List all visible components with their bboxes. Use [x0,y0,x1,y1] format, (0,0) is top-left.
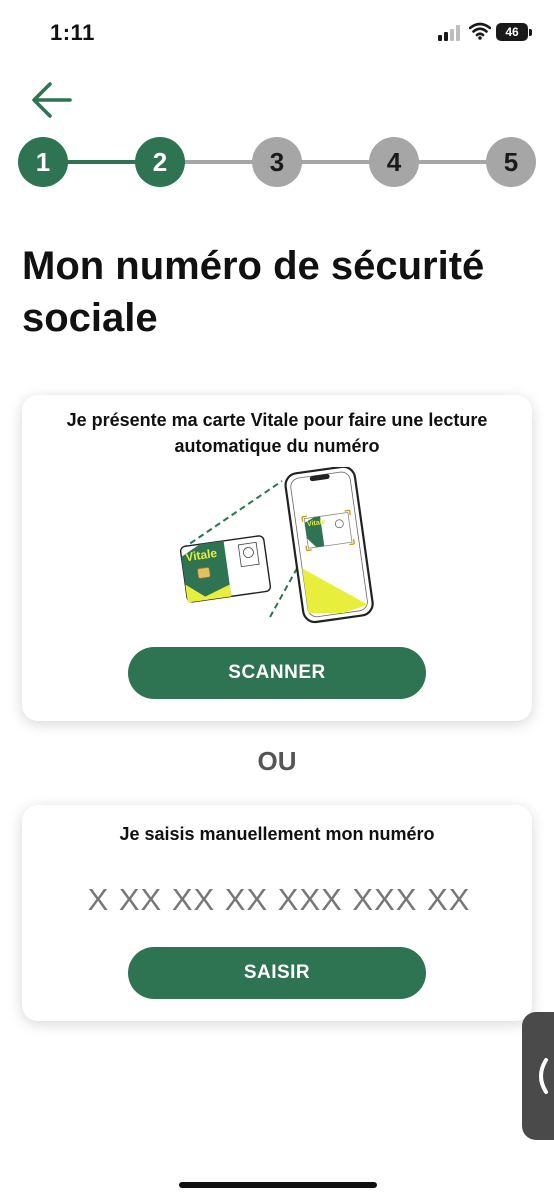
vitale-scan-illustration: Vitale Vitale [179,467,374,624]
status-time: 1:11 [50,20,95,45]
home-indicator[interactable] [179,1182,377,1188]
side-panel-handle[interactable] [522,1012,554,1140]
step-2: 2 [135,137,185,187]
step-4: 4 [369,137,419,187]
saisir-button[interactable]: SAISIR [128,947,426,999]
manual-description: Je saisis manuellement mon numéro [119,824,435,844]
chevron-left-icon [539,1058,548,1094]
manual-entry-card: Je saisis manuellement mon numéro SAISIR [22,805,532,1021]
step-1: 1 [18,137,68,187]
back-button[interactable] [28,78,76,122]
or-divider: OU [257,746,297,776]
scanner-button[interactable]: SCANNER [128,647,426,699]
arrow-left-icon [32,82,72,118]
progress-stepper: 1 2 3 4 5 [18,137,536,187]
signal-icon [438,25,464,41]
battery-tip [529,29,532,36]
step-connector-todo [160,160,511,164]
step-5: 5 [486,137,536,187]
battery-level: 46 [505,25,519,39]
step-3: 3 [252,137,302,187]
battery-icon: 46 [496,23,528,41]
status-bar: 1:11 46 [0,0,554,66]
page-title: Mon numéro de sécurité sociale [22,244,485,340]
scan-card: Je présente ma carte Vitale pour faire u… [22,395,532,721]
social-security-number-input[interactable] [42,877,516,923]
scan-description: Je présente ma carte Vitale pour faire u… [66,410,488,456]
wifi-icon [469,22,491,40]
